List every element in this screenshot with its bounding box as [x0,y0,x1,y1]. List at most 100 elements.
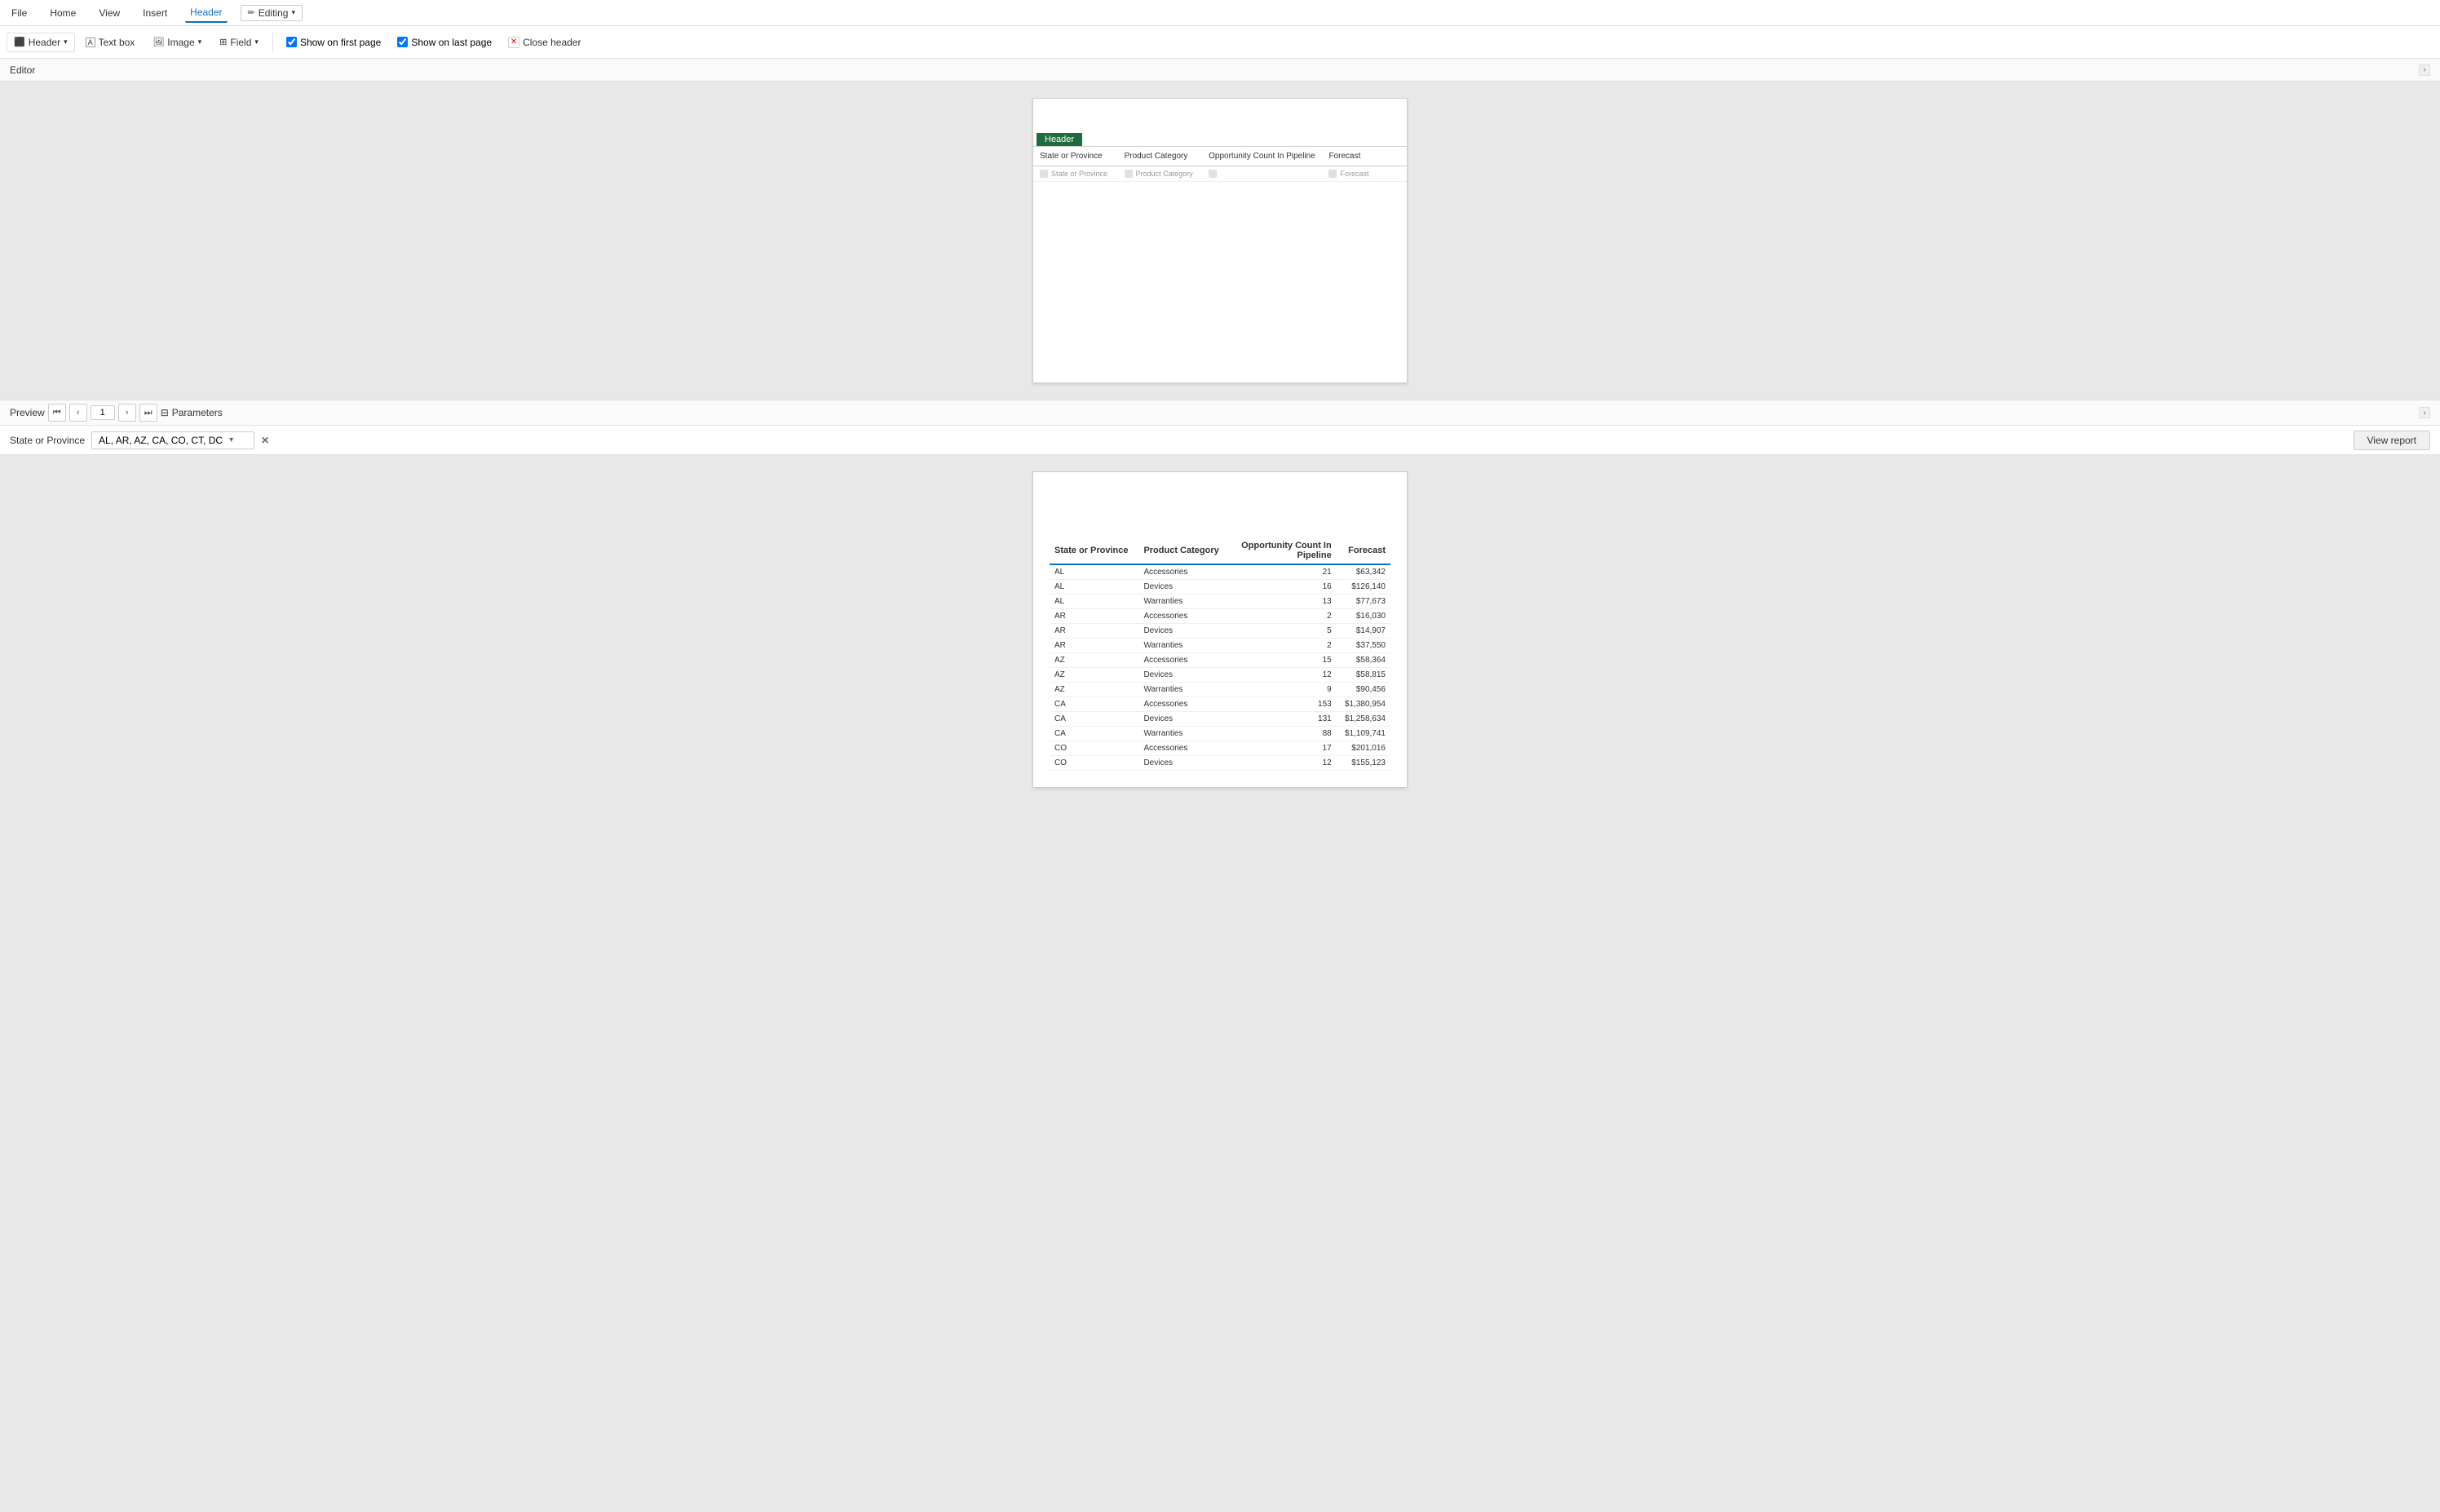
cell-state: CO [1050,756,1138,771]
field-icon-product [1125,170,1133,178]
preview-col-forecast: Forecast [1337,537,1390,564]
cell-count: 131 [1230,712,1337,727]
header-band: Header State or Province Product Categor… [1033,133,1407,182]
cell-forecast: $1,109,741 [1337,727,1390,741]
image-chevron-icon: ▾ [198,38,202,46]
cell-category: Devices [1138,668,1229,683]
state-param-value: AL, AR, AZ, CA, CO, CT, DC [99,435,223,446]
show-last-page-group: Show on last page [391,33,498,51]
toolbar-separator [272,33,273,52]
cell-forecast: $37,550 [1337,639,1390,653]
cell-count: 17 [1230,741,1337,756]
cell-count: 88 [1230,727,1337,741]
cell-count: 5 [1230,624,1337,639]
cell-count: 2 [1230,639,1337,653]
cell-category: Warranties [1138,727,1229,741]
params-bar: State or Province AL, AR, AZ, CA, CO, CT… [0,426,2440,455]
parameters-button[interactable]: ⊟ Parameters [161,407,223,418]
nav-prev-button[interactable]: ‹ [69,404,87,422]
preview-bar: Preview ⏮ ‹ › ⏭ ⊟ Parameters › [0,400,2440,426]
preview-table-header: State or Province Product Category Oppor… [1050,537,1390,564]
nav-last-button[interactable]: ⏭ [139,404,157,422]
menu-bar: File Home View Insert Header ✏ Editing ▾ [0,0,2440,26]
editing-badge[interactable]: ✏ Editing ▾ [241,5,303,21]
close-header-label: Close header [523,37,581,48]
close-header-icon: ✕ [508,37,519,48]
header-tab-label: Header [1037,133,1082,146]
editor-cell-opportunity [1202,168,1322,179]
cell-count: 16 [1230,580,1337,595]
textbox-button[interactable]: A Text box [78,33,143,52]
menu-view[interactable]: View [94,4,125,22]
col-opportunity-header: Opportunity Count In Pipeline [1202,150,1322,162]
state-param-chevron-icon: ▾ [229,435,233,444]
state-param-select[interactable]: AL, AR, AZ, CA, CO, CT, DC ▾ [91,431,254,449]
col-state-header: State or Province [1033,150,1118,162]
preview-top-space [1050,489,1390,537]
cell-state: AR [1050,639,1138,653]
editing-label: Editing [259,7,289,19]
image-button[interactable]: 🖼 Image ▾ [145,33,209,52]
editor-data-row: State or Province Product Category Forec… [1033,166,1407,182]
field-button[interactable]: ⊞ Field ▾ [212,33,266,52]
toolbar: ⬛ Header ▾ A Text box 🖼 Image ▾ ⊞ Field … [0,26,2440,59]
preview-toggle[interactable]: › [2419,407,2430,418]
editor-cell-state: State or Province [1033,168,1118,179]
cell-count: 153 [1230,697,1337,712]
pencil-icon: ✏ [248,7,255,18]
funnel-icon: ⊟ [161,407,169,418]
preview-nav: Preview ⏮ ‹ › ⏭ ⊟ Parameters [10,404,223,422]
field-label: Field [230,37,251,48]
close-header-button[interactable]: ✕ Close header [502,33,587,51]
image-label: Image [167,37,194,48]
cell-state: AZ [1050,683,1138,697]
cell-category: Accessories [1138,653,1229,668]
page-number-input[interactable] [91,405,115,420]
state-param-clear-button[interactable]: ✕ [261,435,269,446]
preview-col-opportunity: Opportunity Count InPipeline [1230,537,1337,564]
field-icon-state [1040,170,1048,178]
editing-chevron-icon: ▾ [291,8,295,17]
table-row: CA Warranties 88 $1,109,741 [1050,727,1390,741]
editor-cell-forecast: Forecast [1322,168,1407,179]
preview-content: State or Province Product Category Oppor… [0,455,2440,1512]
nav-first-button[interactable]: ⏮ [48,404,66,422]
field-chevron-icon: ▾ [254,38,259,46]
preview-page: State or Province Product Category Oppor… [1032,471,1408,788]
show-first-page-group: Show on first page [280,33,387,51]
table-row: AR Devices 5 $14,907 [1050,624,1390,639]
header-label: Header [29,37,60,48]
table-row: AZ Accessories 15 $58,364 [1050,653,1390,668]
cell-state: AR [1050,624,1138,639]
view-report-button[interactable]: View report [2354,431,2430,450]
header-button[interactable]: ⬛ Header ▾ [7,33,75,52]
cell-category: Warranties [1138,639,1229,653]
col-forecast-header: Forecast [1322,150,1407,162]
cell-forecast: $201,016 [1337,741,1390,756]
show-first-page-checkbox[interactable] [286,37,297,47]
cell-category: Devices [1138,624,1229,639]
editor-toggle[interactable]: › [2419,64,2430,76]
cell-forecast: $1,380,954 [1337,697,1390,712]
menu-file[interactable]: File [7,4,32,22]
show-last-page-checkbox[interactable] [397,37,408,47]
cell-state: CO [1050,741,1138,756]
cell-state: AL [1050,564,1138,580]
page-top-space [1033,99,1407,133]
field-icon-opportunity [1209,170,1217,178]
table-row: AL Devices 16 $126,140 [1050,580,1390,595]
col-product-header: Product Category [1118,150,1203,162]
preview-section: Preview ⏮ ‹ › ⏭ ⊟ Parameters › State or … [0,400,2440,1512]
table-row: CA Devices 131 $1,258,634 [1050,712,1390,727]
cell-state: CA [1050,697,1138,712]
table-row: CA Accessories 153 $1,380,954 [1050,697,1390,712]
preview-col-state: State or Province [1050,537,1138,564]
table-row: AZ Warranties 9 $90,456 [1050,683,1390,697]
menu-insert[interactable]: Insert [138,4,172,22]
editor-area: Header State or Province Product Categor… [0,82,2440,400]
parameters-label: Parameters [172,407,223,418]
menu-header[interactable]: Header [185,3,227,23]
cell-category: Devices [1138,580,1229,595]
menu-home[interactable]: Home [45,4,81,22]
nav-next-button[interactable]: › [118,404,136,422]
